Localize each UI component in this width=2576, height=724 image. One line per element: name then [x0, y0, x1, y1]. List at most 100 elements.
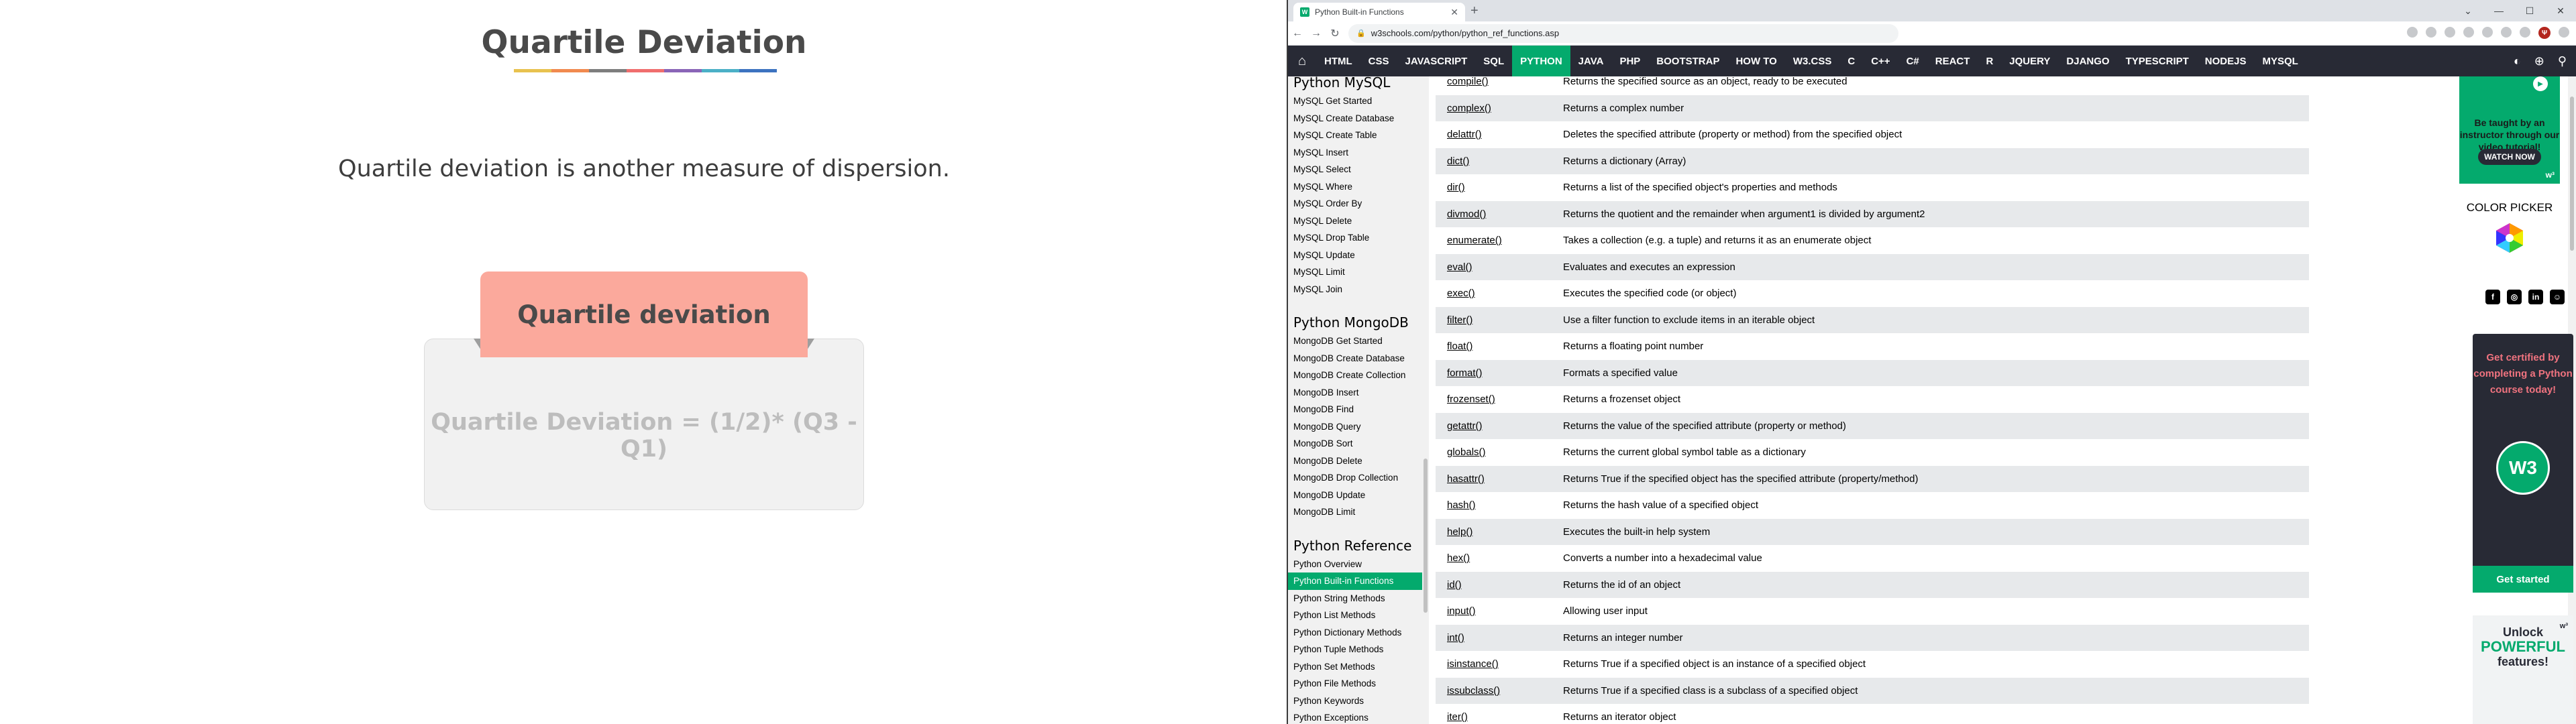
nav-item-javascript[interactable]: JAVASCRIPT [1397, 46, 1476, 76]
download-icon[interactable] [2501, 27, 2512, 38]
sidebar-link[interactable]: Python List Methods [1288, 607, 1422, 624]
sidebar-scroll-thumb[interactable] [1424, 459, 1428, 613]
color-picker-icon[interactable] [2494, 223, 2525, 253]
certification-ad[interactable]: Get certified by completing a Python cou… [2473, 334, 2573, 593]
sidebar-link[interactable]: MySQL Join [1288, 281, 1422, 298]
lock-icon[interactable]: 🔒 [1356, 29, 1366, 38]
function-link[interactable]: delattr() [1447, 129, 1482, 140]
sidepanel-icon[interactable] [2520, 27, 2530, 38]
nav-item-typescript[interactable]: TYPESCRIPT [2118, 46, 2197, 76]
sidebar-link[interactable]: MySQL Create Table [1288, 127, 1422, 144]
function-link[interactable]: format() [1447, 367, 1483, 379]
watch-now-button[interactable]: WATCH NOW [2478, 149, 2541, 165]
function-link[interactable]: filter() [1447, 314, 1472, 326]
sidebar-link[interactable]: MySQL Get Started [1288, 93, 1422, 110]
nav-item-jquery[interactable]: JQUERY [2001, 46, 2058, 76]
sidebar-link[interactable]: MySQL Limit [1288, 263, 1422, 281]
sidebar-link[interactable]: MongoDB Limit [1288, 503, 1422, 521]
nav-item-html[interactable]: HTML [1316, 46, 1360, 76]
function-link[interactable]: dir() [1447, 182, 1465, 193]
home-icon[interactable]: ⌂ [1288, 54, 1316, 69]
facebook-icon[interactable]: f [2485, 290, 2500, 304]
sidebar-link[interactable]: MySQL Create Database [1288, 110, 1422, 127]
sidebar-link[interactable]: Python Keywords [1288, 692, 1422, 710]
nav-item-c-[interactable]: C# [1898, 46, 1927, 76]
sidebar-link[interactable]: MySQL Drop Table [1288, 229, 1422, 247]
instagram-icon[interactable]: ◎ [2507, 290, 2522, 304]
share-icon[interactable] [2426, 27, 2436, 38]
page-scroll-thumb[interactable] [2570, 97, 2574, 251]
reload-icon[interactable]: ↻ [1326, 27, 1344, 40]
sidebar-link[interactable]: MongoDB Insert [1288, 384, 1422, 402]
discord-icon[interactable]: ☺ [2550, 290, 2565, 304]
sidebar-link[interactable]: Python Tuple Methods [1288, 641, 1422, 658]
nav-item-bootstrap[interactable]: BOOTSTRAP [1648, 46, 1727, 76]
function-link[interactable]: getattr() [1447, 420, 1483, 432]
sidebar-link[interactable]: Python String Methods [1288, 590, 1422, 607]
sidebar-link[interactable]: MongoDB Get Started [1288, 333, 1422, 350]
get-started-button[interactable]: Get started [2473, 566, 2573, 593]
nav-item-java[interactable]: JAVA [1570, 46, 1612, 76]
nav-item-react[interactable]: REACT [1927, 46, 1978, 76]
browser-tab[interactable]: W Python Built-in Functions ✕ [1293, 3, 1465, 21]
sidebar-link[interactable]: MySQL Update [1288, 247, 1422, 264]
globe-icon[interactable]: ⊕ [2534, 54, 2544, 68]
sidebar-link[interactable]: MongoDB Drop Collection [1288, 469, 1422, 487]
function-link[interactable]: exec() [1447, 288, 1475, 299]
forward-icon[interactable]: → [1307, 27, 1326, 40]
back-icon[interactable]: ← [1288, 27, 1307, 40]
function-link[interactable]: compile() [1447, 76, 1489, 87]
nav-item-r[interactable]: R [1978, 46, 2001, 76]
nav-item-sql[interactable]: SQL [1475, 46, 1512, 76]
function-link[interactable]: frozenset() [1447, 394, 1495, 405]
unlock-features-ad[interactable]: Unlock POWERFUL features! w³ [2473, 615, 2573, 724]
puzzle-icon[interactable] [2482, 27, 2493, 38]
address-bar[interactable]: 🔒 w3schools.com/python/python_ref_functi… [1348, 23, 1898, 43]
new-tab-button[interactable]: + [1470, 3, 1479, 19]
sidebar-link[interactable]: Python Overview [1288, 556, 1422, 573]
sidebar-link[interactable]: MySQL Order By [1288, 195, 1422, 213]
function-link[interactable]: iter() [1447, 711, 1468, 723]
sidebar-link[interactable]: Python Dictionary Methods [1288, 624, 1422, 642]
nav-item-css[interactable]: CSS [1360, 46, 1397, 76]
maximize-button[interactable]: ☐ [2514, 0, 2545, 21]
nav-item-how-to[interactable]: HOW TO [1727, 46, 1784, 76]
bookmark-icon[interactable] [2445, 27, 2455, 38]
play-icon[interactable]: ▶ [2533, 76, 2548, 91]
sidebar-link[interactable]: MongoDB Sort [1288, 435, 1422, 452]
nav-item-python[interactable]: PYTHON [1512, 46, 1570, 76]
nav-item-c[interactable]: C [1839, 46, 1863, 76]
sidebar-scrollbar[interactable] [1422, 76, 1429, 724]
nav-item-w3-css[interactable]: W3.CSS [1785, 46, 1840, 76]
sidebar-link[interactable]: MongoDB Delete [1288, 452, 1422, 470]
function-link[interactable]: eval() [1447, 261, 1472, 273]
function-link[interactable]: hex() [1447, 552, 1470, 564]
sidebar-link[interactable]: MongoDB Query [1288, 418, 1422, 436]
function-link[interactable]: hasattr() [1447, 473, 1485, 485]
nav-item-nodejs[interactable]: NODEJS [2197, 46, 2255, 76]
sidebar-link[interactable]: MySQL Insert [1288, 144, 1422, 162]
function-link[interactable]: enumerate() [1447, 235, 1502, 246]
nav-item-mysql[interactable]: MYSQL [2254, 46, 2306, 76]
function-link[interactable]: help() [1447, 526, 1472, 538]
function-link[interactable]: isinstance() [1447, 658, 1499, 670]
function-link[interactable]: complex() [1447, 103, 1491, 114]
function-link[interactable]: id() [1447, 579, 1462, 591]
sidebar-link[interactable]: MongoDB Find [1288, 401, 1422, 418]
function-link[interactable]: dict() [1447, 156, 1469, 167]
sidebar-link[interactable]: MongoDB Update [1288, 487, 1422, 504]
sidebar-link[interactable]: Python Built-in Functions [1288, 572, 1422, 590]
google-icon[interactable] [2407, 27, 2418, 38]
chevron-down-icon[interactable]: ⌄ [2453, 0, 2483, 21]
sidebar-link[interactable]: Python Set Methods [1288, 658, 1422, 676]
search-icon[interactable]: ⚲ [2558, 54, 2567, 68]
menu-icon[interactable] [2559, 27, 2569, 38]
close-window-button[interactable]: ✕ [2545, 0, 2576, 21]
nav-item-c-[interactable]: C++ [1863, 46, 1898, 76]
function-link[interactable]: globals() [1447, 446, 1486, 458]
minimize-button[interactable]: — [2483, 0, 2514, 21]
nav-item-php[interactable]: PHP [1611, 46, 1648, 76]
function-link[interactable]: float() [1447, 341, 1472, 352]
function-link[interactable]: int() [1447, 632, 1464, 644]
sidebar-link[interactable]: MySQL Select [1288, 161, 1422, 178]
